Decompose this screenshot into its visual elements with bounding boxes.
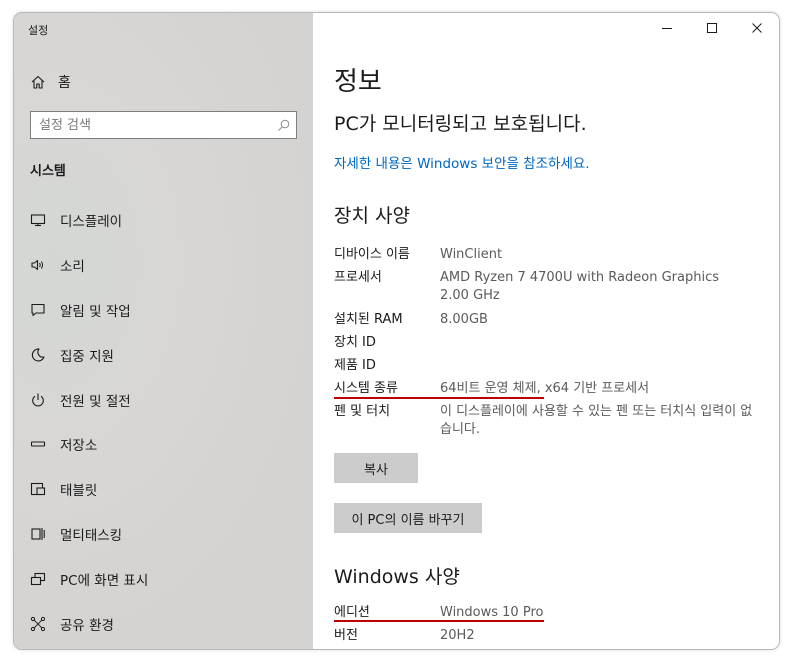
window-controls	[644, 13, 779, 43]
spec-value: 이 디스플레이에 사용할 수 있는 펜 또는 터치식 입력이 없습니다.	[440, 404, 753, 437]
spec-row-version: 버전 20H2	[334, 627, 764, 645]
spec-key: 버전	[334, 628, 358, 643]
sidebar-item-tablet[interactable]: 태블릿	[14, 467, 313, 512]
main-content: 정보 PC가 모니터링되고 보호됩니다. 자세한 내용은 Windows 보안을…	[313, 13, 779, 649]
home-nav-item[interactable]: 홈	[30, 71, 71, 93]
sidebar-item-display[interactable]: 디스플레이	[14, 198, 313, 243]
spec-value: 8.00GB	[440, 312, 488, 327]
highlight-underline	[334, 620, 544, 622]
spec-value: WinClient	[440, 247, 503, 262]
sidebar-nav: 디스플레이 소리 알림 및 작업 집중 지원 전원 및 절전 저장소 태블릿 멀…	[14, 198, 313, 646]
maximize-icon	[706, 23, 717, 33]
tablet-icon	[29, 480, 47, 498]
speaker-icon	[29, 256, 47, 274]
spec-key: 디바이스 이름	[334, 247, 410, 262]
spec-key: 프로세서	[334, 270, 382, 285]
rename-pc-button[interactable]: 이 PC의 이름 바꾸기	[334, 503, 482, 533]
sidebar-item-notifications[interactable]: 알림 및 작업	[14, 288, 313, 333]
sidebar-item-power[interactable]: 전원 및 절전	[14, 377, 313, 422]
sidebar-item-storage[interactable]: 저장소	[14, 422, 313, 467]
close-button[interactable]	[734, 13, 779, 43]
power-icon	[29, 391, 47, 409]
home-label: 홈	[58, 75, 71, 91]
sidebar-item-focus-assist[interactable]: 집중 지원	[14, 332, 313, 377]
windows-security-link[interactable]: 자세한 내용은 Windows 보안을 참조하세요.	[334, 152, 590, 172]
section-title: 시스템	[30, 164, 66, 179]
display-icon	[29, 211, 47, 229]
sidebar-item-label: 공유 환경	[60, 617, 114, 634]
sidebar-item-label: 멀티태스킹	[60, 527, 123, 544]
sidebar: 설정 홈 시스템 디스플레이	[14, 13, 313, 649]
project-icon	[29, 570, 47, 588]
spec-row-product-id: 제품 ID	[334, 357, 764, 375]
highlight-underline	[334, 397, 544, 399]
home-icon	[30, 74, 46, 90]
spec-row-system-type: 시스템 종류 64비트 운영 체제, x64 기반 프로세서	[334, 380, 764, 398]
page-title: 정보	[334, 67, 382, 97]
sidebar-item-label: 집중 지원	[60, 348, 114, 365]
spec-row-device-name: 디바이스 이름 WinClient	[334, 246, 764, 264]
storage-icon	[29, 435, 47, 453]
sidebar-item-multitasking[interactable]: 멀티태스킹	[14, 512, 313, 557]
spec-row-pen-touch: 펜 및 터치 이 디스플레이에 사용할 수 있는 펜 또는 터치식 입력이 없습…	[334, 403, 764, 439]
sidebar-item-label: 디스플레이	[60, 214, 123, 231]
settings-search-box[interactable]	[30, 111, 297, 139]
maximize-button[interactable]	[689, 13, 734, 43]
sidebar-item-shared-experiences[interactable]: 공유 환경	[14, 601, 313, 646]
sidebar-item-label: PC에 화면 표시	[60, 572, 149, 589]
spec-key: 시스템 종류	[334, 381, 398, 396]
spec-value: 64비트 운영 체제, x64 기반 프로세서	[440, 381, 650, 396]
copy-button[interactable]: 복사	[334, 453, 418, 483]
close-icon	[751, 23, 762, 33]
windows-specs-heading: Windows 사양	[334, 566, 460, 588]
sidebar-item-label: 알림 및 작업	[60, 303, 131, 320]
minimize-icon	[661, 28, 672, 29]
moon-icon	[29, 346, 47, 364]
protection-status: PC가 모니터링되고 보호됩니다.	[334, 113, 587, 135]
sidebar-item-label: 태블릿	[60, 483, 98, 500]
spec-row-processor: 프로세서 AMD Ryzen 7 4700U with Radeon Graph…	[334, 269, 764, 305]
settings-window: 설정 홈 시스템 디스플레이	[13, 12, 780, 650]
minimize-button[interactable]	[644, 13, 689, 43]
device-specs-heading: 장치 사양	[334, 205, 410, 227]
spec-value: 20H2	[440, 628, 475, 643]
spec-value: AMD Ryzen 7 4700U with Radeon Graphics 2…	[440, 270, 720, 303]
notification-icon	[29, 301, 47, 319]
spec-key: 장치 ID	[334, 335, 376, 350]
sidebar-item-label: 소리	[60, 259, 85, 276]
search-icon[interactable]	[272, 112, 296, 138]
shared-experiences-icon	[29, 615, 47, 633]
spec-row-device-id: 장치 ID	[334, 334, 764, 352]
sidebar-item-projecting[interactable]: PC에 화면 표시	[14, 556, 313, 601]
sidebar-item-sound[interactable]: 소리	[14, 243, 313, 288]
multitasking-icon	[29, 525, 47, 543]
spec-row-ram: 설치된 RAM 8.00GB	[334, 311, 764, 329]
sidebar-item-label: 전원 및 절전	[60, 393, 131, 410]
spec-key: 설치된 RAM	[334, 312, 403, 327]
spec-key: 제품 ID	[334, 358, 376, 373]
search-input[interactable]	[31, 112, 272, 138]
spec-key: 펜 및 터치	[334, 404, 391, 419]
app-title: 설정	[28, 24, 49, 37]
sidebar-item-label: 저장소	[60, 438, 98, 455]
